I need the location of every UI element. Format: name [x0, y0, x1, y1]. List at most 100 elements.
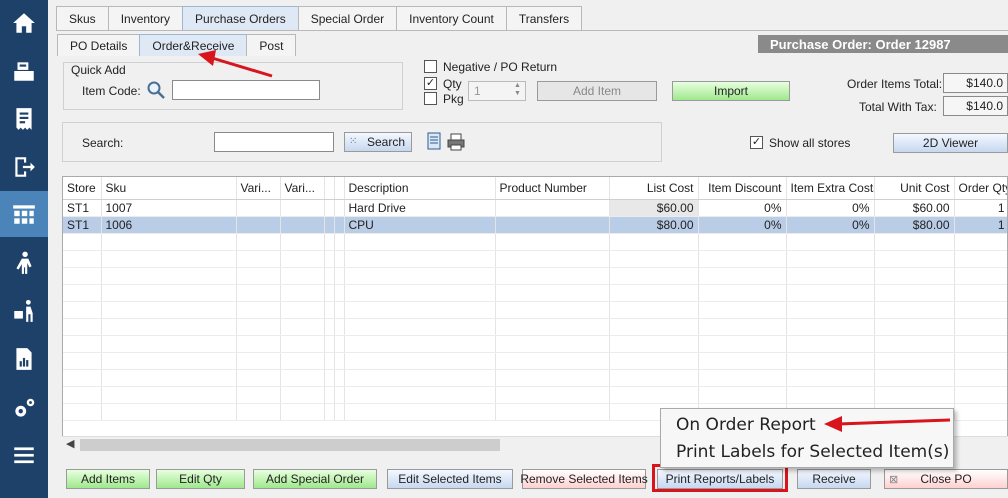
col-item-extra-costs[interactable]: Item Extra Costs [786, 177, 875, 200]
cell-variant-2[interactable] [280, 199, 325, 217]
import-button[interactable]: Import [672, 81, 790, 101]
col-variant-2[interactable]: Vari... [280, 177, 325, 200]
qty-radio[interactable]: ✓ [424, 77, 437, 90]
2d-viewer-button[interactable]: 2D Viewer [893, 133, 1008, 153]
tab-inventory-count[interactable]: Inventory Count [396, 6, 507, 30]
logout-icon[interactable] [0, 144, 48, 190]
register-icon[interactable] [0, 48, 48, 94]
col-store[interactable]: Store [63, 177, 102, 200]
cell-blank-2[interactable] [334, 199, 345, 217]
cell-sku[interactable]: 1006 [101, 216, 237, 234]
close-po-button[interactable]: ⊠ Close PO [884, 469, 1008, 489]
cell-item-discount[interactable]: 0% [698, 199, 787, 217]
cell-store[interactable]: ST1 [63, 199, 102, 217]
scroll-left-icon[interactable]: ◀ [66, 437, 74, 450]
col-list-cost[interactable]: List Cost [609, 177, 699, 200]
add-items-button[interactable]: Add Items [66, 469, 150, 489]
cell-variant-2[interactable] [280, 216, 325, 234]
stepper-arrows-icon[interactable]: ▲ ▼ [514, 82, 521, 98]
menu-icon[interactable] [0, 432, 48, 478]
pkg-radio[interactable] [424, 92, 437, 105]
report-icon[interactable] [0, 336, 48, 382]
empty-cell [236, 318, 281, 336]
cell-store[interactable]: ST1 [63, 216, 102, 234]
cell-list-cost[interactable]: $80.00 [609, 216, 699, 234]
cell-extra-costs[interactable]: 0% [786, 199, 875, 217]
tab-post[interactable]: Post [246, 34, 297, 56]
search-button-label: Search [366, 135, 405, 149]
settings-icon[interactable] [0, 386, 48, 432]
edit-selected-items-button[interactable]: Edit Selected Items [387, 469, 513, 489]
cell-order-qty[interactable]: 1 [954, 216, 1007, 234]
search-icon[interactable] [146, 80, 166, 100]
cell-blank-1[interactable] [324, 199, 335, 217]
tab-transfers[interactable]: Transfers [505, 6, 583, 30]
empty-cell [344, 369, 496, 387]
cell-variant-1[interactable] [236, 216, 281, 234]
tab-po-details[interactable]: PO Details [57, 34, 141, 56]
empty-row [63, 369, 1007, 387]
cell-product-number[interactable] [495, 199, 610, 217]
cell-order-qty[interactable]: 1 [954, 199, 1007, 217]
edit-qty-button[interactable]: Edit Qty [156, 469, 245, 489]
col-blank-2[interactable] [334, 177, 345, 200]
cell-unit-cost[interactable]: $60.00 [874, 199, 955, 217]
customer-icon[interactable] [0, 240, 48, 286]
remove-selected-items-button[interactable]: Remove Selected Items [520, 469, 648, 489]
home-icon[interactable] [0, 0, 48, 46]
add-item-button[interactable]: Add Item [537, 81, 657, 101]
print-button-highlight [652, 464, 788, 492]
empty-cell [101, 284, 237, 302]
cell-blank-1[interactable] [324, 216, 335, 234]
cell-list-cost[interactable]: $60.00 [609, 199, 699, 217]
cell-description[interactable]: Hard Drive [344, 199, 496, 217]
menu-item-on-order-report[interactable]: On Order Report [676, 415, 816, 435]
col-item-discount[interactable]: Item Discount [698, 177, 787, 200]
empty-cell [63, 369, 102, 387]
add-special-order-button[interactable]: Add Special Order [253, 469, 377, 489]
cell-sku[interactable]: 1007 [101, 199, 237, 217]
receipt-icon[interactable] [0, 96, 48, 142]
tab-purchase-orders[interactable]: Purchase Orders [182, 6, 299, 30]
col-order-qty[interactable]: Order Qty [954, 177, 1007, 200]
scrollbar-thumb[interactable] [80, 439, 500, 451]
show-all-stores-checkbox[interactable]: ✓ [750, 136, 763, 149]
empty-cell [495, 233, 610, 251]
inventory-icon[interactable] [0, 191, 48, 237]
empty-cell [874, 318, 955, 336]
col-blank-1[interactable] [324, 177, 335, 200]
table-row[interactable]: ST1 1006 CPU $80.00 0% 0% $80.00 1 [63, 216, 1007, 234]
delivery-icon[interactable] [0, 288, 48, 334]
cell-blank-2[interactable] [334, 216, 345, 234]
menu-item-print-labels[interactable]: Print Labels for Selected Item(s) [676, 442, 949, 462]
table-row[interactable]: ST1 1007 Hard Drive $60.00 0% 0% $60.00 … [63, 199, 1007, 217]
tab-special-order[interactable]: Special Order [297, 6, 398, 30]
negative-po-return-label: Negative / PO Return [443, 60, 558, 74]
cell-variant-1[interactable] [236, 199, 281, 217]
cell-description[interactable]: CPU [344, 216, 496, 234]
cell-extra-costs[interactable]: 0% [786, 216, 875, 234]
empty-cell [101, 233, 237, 251]
col-product-number[interactable]: Product Number [495, 177, 610, 200]
printer-icon[interactable] [446, 132, 466, 152]
empty-cell [63, 301, 102, 319]
col-unit-cost[interactable]: Unit Cost [874, 177, 955, 200]
receive-button[interactable]: Receive [797, 469, 871, 489]
empty-cell [334, 233, 345, 251]
tab-order-receive[interactable]: Order&Receive [139, 34, 248, 56]
col-variant-1[interactable]: Vari... [236, 177, 281, 200]
search-button[interactable]: ⁙ Search [344, 132, 412, 152]
cell-product-number[interactable] [495, 216, 610, 234]
col-description[interactable]: Description [344, 177, 496, 200]
document-icon[interactable] [426, 132, 444, 152]
item-code-input[interactable] [172, 80, 320, 100]
search-input[interactable] [214, 132, 334, 152]
empty-cell [63, 335, 102, 353]
col-sku[interactable]: Sku [101, 177, 237, 200]
cell-unit-cost[interactable]: $80.00 [874, 216, 955, 234]
left-nav [0, 0, 48, 498]
cell-item-discount[interactable]: 0% [698, 216, 787, 234]
negative-po-return-checkbox[interactable] [424, 60, 437, 73]
tab-skus[interactable]: Skus [56, 6, 109, 30]
tab-inventory[interactable]: Inventory [107, 6, 184, 30]
